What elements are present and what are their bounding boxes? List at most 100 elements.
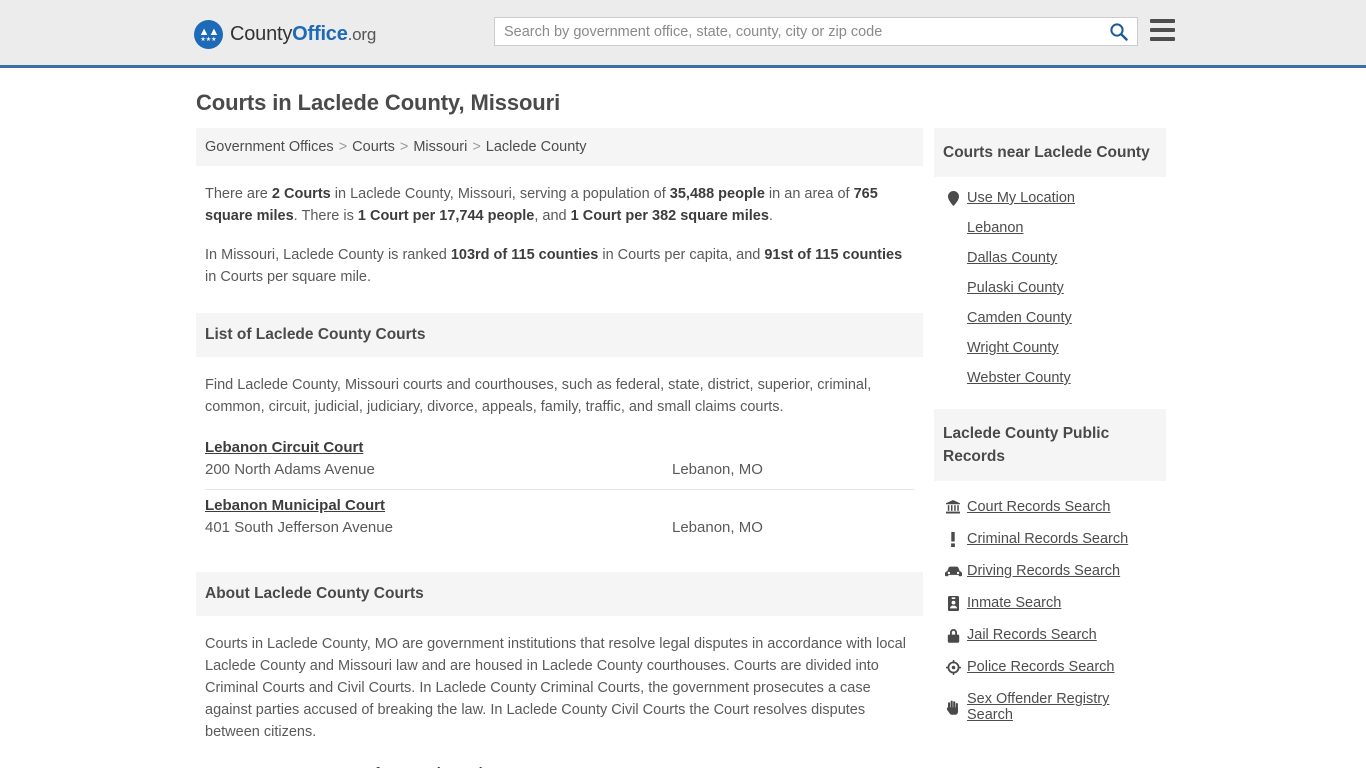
court-city: Lebanon, MO [672, 461, 763, 478]
police-badge-icon [943, 659, 963, 675]
sidebar-header-public-records: Laclede County Public Records [934, 409, 1166, 481]
breadcrumb: Government Offices > Courts > Missouri > Lacle… [196, 128, 923, 166]
sidebar-list-nearby: Use My Location Lebanon Dallas County Pu… [934, 177, 1166, 393]
sidebar-item-dallas-county[interactable]: Dallas County [943, 243, 1157, 273]
page-body: Courts in Laclede County, Missouri Gover… [0, 90, 1366, 768]
logo-text-county: County [230, 23, 293, 45]
courthouse-icon [943, 500, 963, 514]
court-detail: 200 North Adams Avenue Lebanon, MO [205, 461, 914, 478]
intro-statistics: There are 2 Courts in Laclede County, Mi… [196, 183, 923, 288]
sidebar: Courts near Laclede County Use My Locati… [934, 128, 1166, 731]
sidebar-list-public-records: Court Records Search Criminal Records Se… [934, 481, 1166, 731]
sidebar-item-camden-county[interactable]: Camden County [943, 303, 1157, 333]
sidebar-link-label[interactable]: Court Records Search [967, 499, 1110, 515]
sidebar-link-label[interactable]: Lebanon [967, 220, 1023, 236]
sidebar-link-label[interactable]: Police Records Search [967, 659, 1115, 675]
court-city: Lebanon, MO [672, 519, 763, 536]
site-header: ▲▲ ★★★ CountyOffice.org [0, 0, 1366, 68]
page-title: Courts in Laclede County, Missouri [196, 90, 561, 115]
main-column: Government Offices > Courts > Missouri > Lacle… [196, 128, 923, 768]
court-name-link[interactable]: Lebanon Municipal Court [205, 497, 385, 514]
sidebar-item-court-records-search[interactable]: Court Records Search [943, 491, 1157, 523]
intro-text: . There is [293, 208, 358, 224]
section-body-list: Find Laclede County, Missouri courts and… [196, 374, 923, 418]
logo-text-office: Office [292, 23, 348, 45]
table-row[interactable]: Lebanon Circuit Court 200 North Adams Av… [205, 432, 914, 490]
sidebar-item-wright-county[interactable]: Wright County [943, 333, 1157, 363]
breadcrumb-separator: > [338, 139, 348, 155]
hamburger-bar [1150, 28, 1175, 32]
sidebar-header-nearby: Courts near Laclede County [934, 128, 1166, 177]
sidebar-item-driving-records-search[interactable]: Driving Records Search [943, 555, 1157, 587]
search-button[interactable] [1099, 18, 1137, 45]
intro-text: , and [534, 208, 571, 224]
court-detail: 401 South Jefferson Avenue Lebanon, MO [205, 519, 914, 536]
sidebar-item-jail-records-search[interactable]: Jail Records Search [943, 619, 1157, 651]
court-list: Lebanon Circuit Court 200 North Adams Av… [196, 432, 923, 547]
court-address: 401 South Jefferson Avenue [205, 519, 393, 536]
sidebar-item-inmate-search[interactable]: Inmate Search [943, 587, 1157, 619]
section-title-list: List of Laclede County Courts [205, 326, 426, 343]
stat-rank-area: 91st of 115 counties [764, 247, 903, 263]
court-name-link[interactable]: Lebanon Circuit Court [205, 439, 363, 456]
sidebar-item-use-my-location[interactable]: Use My Location [943, 183, 1157, 213]
intro-text: In Missouri, Laclede County is ranked [205, 247, 451, 263]
sidebar-link-label[interactable]: Jail Records Search [967, 627, 1097, 643]
sidebar-link-label[interactable]: Sex Offender Registry Search [967, 691, 1157, 723]
contact-lead: You may contact Courts for questions abo… [205, 763, 914, 768]
court-address: 200 North Adams Avenue [205, 461, 375, 478]
id-badge-icon [943, 595, 963, 611]
sidebar-link-label[interactable]: Criminal Records Search [967, 531, 1128, 547]
sidebar-item-police-records-search[interactable]: Police Records Search [943, 651, 1157, 683]
search-bar[interactable] [494, 17, 1138, 46]
sidebar-item-pulaski-county[interactable]: Pulaski County [943, 273, 1157, 303]
sidebar-link-label[interactable]: Use My Location [967, 190, 1075, 206]
sidebar-link-label[interactable]: Camden County [967, 310, 1072, 326]
sidebar-item-sex-offender-registry-search[interactable]: Sex Offender Registry Search [943, 683, 1157, 731]
intro-paragraph-2: In Missouri, Laclede County is ranked 10… [205, 244, 914, 288]
eagle-seal-icon: ▲▲ ★★★ [194, 20, 223, 49]
search-icon [1109, 22, 1128, 41]
stat-per-people: 1 Court per 17,744 people [357, 208, 535, 224]
about-paragraph: Courts in Laclede County, MO are governm… [205, 636, 906, 740]
columns: Government Offices > Courts > Missouri > Lacle… [196, 128, 1182, 768]
sidebar-link-label[interactable]: Dallas County [967, 250, 1057, 266]
list-description: Find Laclede County, Missouri courts and… [205, 377, 872, 415]
sidebar-link-label[interactable]: Inmate Search [967, 595, 1061, 611]
table-row[interactable]: Lebanon Municipal Court 401 South Jeffer… [205, 490, 914, 547]
stat-court-count: 2 Courts [271, 186, 331, 202]
breadcrumb-separator: > [399, 139, 409, 155]
stat-rank-capita: 103rd of 115 counties [450, 247, 599, 263]
sidebar-item-webster-county[interactable]: Webster County [943, 363, 1157, 393]
sidebar-card-public-records: Laclede County Public Records Court Reco… [934, 409, 1166, 731]
section-header-list: List of Laclede County Courts [196, 313, 923, 357]
intro-text: in Courts per square mile. [205, 269, 372, 285]
sidebar-item-lebanon[interactable]: Lebanon [943, 213, 1157, 243]
intro-text: in Courts per capita, and [598, 247, 765, 263]
breadcrumb-item-laclede-county[interactable]: Laclede County [486, 139, 587, 155]
intro-text: in an area of [764, 186, 854, 202]
breadcrumb-item-government-offices[interactable]: Government Offices [205, 139, 334, 155]
content-container: Courts in Laclede County, Missouri Gover… [196, 90, 1182, 768]
sidebar-item-criminal-records-search[interactable]: Criminal Records Search [943, 523, 1157, 555]
site-logo[interactable]: ▲▲ ★★★ CountyOffice.org [194, 20, 376, 49]
breadcrumb-separator: > [472, 139, 481, 155]
logo-text-org: .org [347, 25, 377, 44]
sidebar-link-label[interactable]: Webster County [967, 370, 1071, 386]
hamburger-menu-icon[interactable] [1150, 19, 1175, 41]
hand-icon [943, 700, 963, 715]
section-body-about: Courts in Laclede County, MO are governm… [196, 633, 923, 768]
search-input[interactable] [495, 18, 1099, 45]
breadcrumb-item-courts[interactable]: Courts [352, 139, 395, 155]
sidebar-link-label[interactable]: Pulaski County [967, 280, 1064, 296]
sidebar-link-label[interactable]: Wright County [967, 340, 1059, 356]
sidebar-link-label[interactable]: Driving Records Search [967, 563, 1120, 579]
hamburger-bar [1150, 19, 1175, 23]
exclamation-icon [943, 531, 963, 547]
logo-text: CountyOffice.org [230, 23, 376, 46]
intro-text: There are [205, 186, 272, 202]
breadcrumb-item-missouri[interactable]: Missouri [413, 139, 467, 155]
stat-per-area: 1 Court per 382 square miles [570, 208, 769, 224]
sidebar-card-nearby: Courts near Laclede County Use My Locati… [934, 128, 1166, 393]
car-icon [943, 566, 963, 577]
